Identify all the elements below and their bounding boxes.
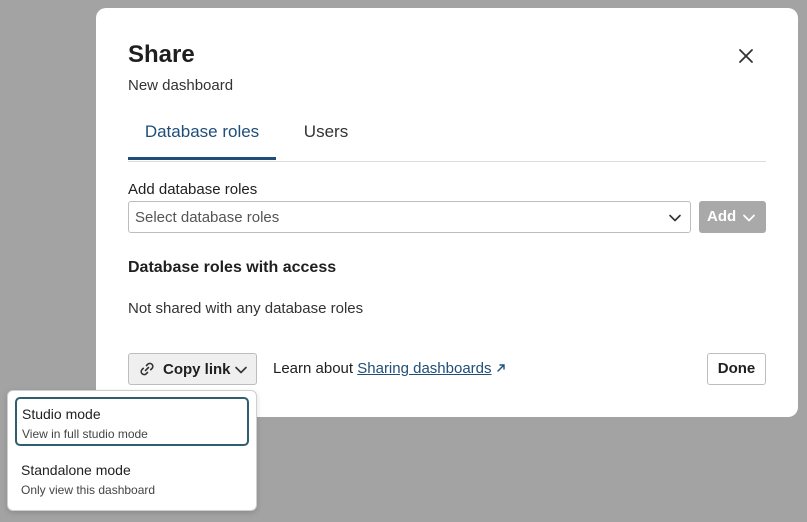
empty-state-text: Not shared with any database roles	[128, 300, 364, 317]
dialog-subtitle: New dashboard	[128, 77, 234, 94]
copy-link-menu: Studio mode View in full studio mode Sta…	[7, 390, 257, 511]
select-placeholder: Select database roles	[135, 209, 280, 226]
close-icon	[739, 49, 753, 63]
menu-item-studio-mode[interactable]: Studio mode View in full studio mode	[15, 397, 249, 446]
link-icon	[140, 362, 154, 376]
close-button[interactable]	[736, 46, 756, 66]
learn-prefix: Learn about	[273, 360, 354, 377]
menu-item-standalone-mode[interactable]: Standalone mode Only view this dashboard	[15, 453, 249, 502]
menu-item-description: Only view this dashboard	[21, 483, 156, 497]
tab-users[interactable]: Users	[288, 113, 364, 159]
sharing-dashboards-link[interactable]: Sharing dashboards	[357, 360, 491, 377]
add-roles-label: Add database roles	[128, 181, 258, 198]
copy-link-button[interactable]: Copy link	[128, 353, 257, 385]
add-button[interactable]: Add	[699, 201, 766, 233]
learn-about-text: Learn about Sharing dashboards	[273, 360, 506, 377]
dialog-title: Share	[128, 41, 195, 68]
chevron-down-icon	[743, 214, 755, 222]
done-button[interactable]: Done	[707, 353, 766, 385]
external-link-icon	[496, 364, 505, 372]
chevron-down-icon	[669, 214, 681, 222]
copy-link-label: Copy link	[163, 361, 231, 378]
menu-item-description: View in full studio mode	[22, 427, 148, 441]
chevron-down-icon	[235, 366, 247, 374]
menu-item-title: Studio mode	[22, 406, 101, 422]
add-button-label: Add	[707, 208, 737, 225]
access-heading: Database roles with access	[128, 259, 337, 276]
share-dialog: Share New dashboard Database roles Users…	[96, 8, 798, 417]
database-roles-select[interactable]: Select database roles	[128, 201, 691, 233]
menu-item-title: Standalone mode	[21, 462, 131, 478]
tab-bar: Database roles Users	[128, 113, 766, 162]
tab-database-roles[interactable]: Database roles	[128, 113, 276, 160]
